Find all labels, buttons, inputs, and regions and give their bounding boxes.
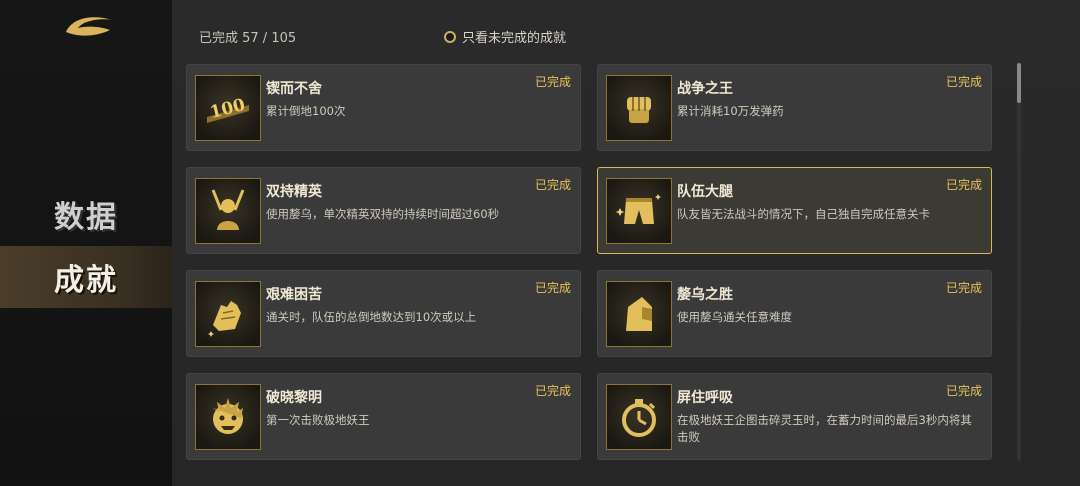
achievement-card[interactable]: 艰难困苦 通关时，队伍的总倒地数达到10次或以上 已完成 [186,270,581,357]
sidebar-item-label: 成就 [54,263,118,298]
radio-icon[interactable] [444,30,456,43]
achievements-panel: 已完成 57 / 105 只看未完成的成就 100 锲而不舍 累计倒地100次 … [172,0,1080,486]
achievement-desc: 第一次击败极地妖王 [266,413,370,427]
status-badge: 已完成 [945,178,982,192]
status-badge: 已完成 [945,281,982,295]
svg-text:100: 100 [208,95,247,123]
achievement-card[interactable]: 队伍大腿 队友皆无法战斗的情况下，自己独自完成任意关卡 已完成 [597,167,992,254]
sidebar-item-achievements[interactable]: 成就 [0,246,172,308]
status-badge: 已完成 [534,75,571,89]
achievement-desc: 累计倒地100次 [266,104,346,118]
helmet-icon [606,281,672,347]
incomplete-filter-toggle[interactable]: 只看未完成的成就 [444,27,566,46]
status-badge: 已完成 [945,75,982,89]
filter-label: 只看未完成的成就 [462,31,567,46]
sidebar: 数据 成就 [0,0,173,486]
achievement-title: 战争之王 [677,81,733,97]
achievement-card[interactable]: 战争之王 累计消耗10万发弹药 已完成 [597,64,992,151]
status-badge: 已完成 [534,384,571,398]
badge-100-icon: 100 [195,75,261,141]
stopwatch-icon [606,384,672,450]
achievement-desc: 使用嫠乌，单次精英双持的持续时间超过60秒 [266,207,500,221]
sidebar-item-label: 数据 [54,200,118,235]
achievement-card[interactable]: 双持精英 使用嫠乌，单次精英双持的持续时间超过60秒 已完成 [186,167,581,254]
status-badge: 已完成 [534,178,571,192]
achievement-card[interactable]: 屏住呼吸 在极地妖王企图击碎灵玉时，在蓄力时间的最后3秒内将其击败 已完成 [597,373,992,460]
fist-icon [606,75,672,141]
achievement-title: 嫠乌之胜 [677,287,733,303]
achievement-desc: 通关时，队伍的总倒地数达到10次或以上 [266,310,477,324]
game-logo-icon [66,17,112,36]
beast-head-icon [195,384,261,450]
scroll-thumb[interactable] [1017,63,1021,103]
completion-progress: 已完成 57 / 105 [199,31,297,46]
achievement-title: 双持精英 [266,184,322,200]
achievement-desc: 使用嫠乌通关任意难度 [677,310,792,324]
achievement-desc: 累计消耗10万发弹药 [677,104,784,118]
status-badge: 已完成 [945,384,982,398]
scrollbar[interactable] [1017,63,1021,461]
achievement-title: 屏住呼吸 [677,390,733,406]
achievement-title: 队伍大腿 [677,184,733,200]
achievement-title: 艰难困苦 [266,287,322,303]
status-badge: 已完成 [534,281,571,295]
dual-wield-icon [195,178,261,244]
achievement-card[interactable]: 嫠乌之胜 使用嫠乌通关任意难度 已完成 [597,270,992,357]
achievement-card[interactable]: 破晓黎明 第一次击败极地妖王 已完成 [186,373,581,460]
glove-icon [195,281,261,347]
achievement-title: 破晓黎明 [266,390,322,406]
achievement-card[interactable]: 100 锲而不舍 累计倒地100次 已完成 [186,64,581,151]
pants-icon [606,178,672,244]
sidebar-item-data[interactable]: 数据 [0,183,172,245]
achievement-desc: 队友皆无法战斗的情况下，自己独自完成任意关卡 [677,207,930,221]
achievement-title: 锲而不舍 [266,81,322,97]
achievement-desc: 在极地妖王企图击碎灵玉时，在蓄力时间的最后3秒内将其击败 [677,413,972,444]
